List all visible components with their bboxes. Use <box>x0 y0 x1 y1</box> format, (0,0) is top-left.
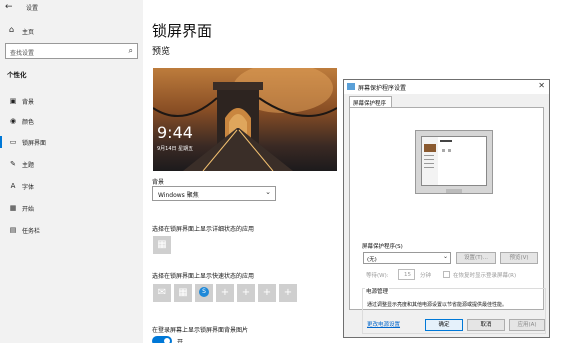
monitor-stand <box>446 189 462 193</box>
plus-icon: + <box>262 287 272 298</box>
toggle-state-label: 开 <box>177 339 184 343</box>
wait-label: 等待(W): <box>366 273 389 279</box>
image-icon: ▣ <box>9 97 17 105</box>
sidebar-item-label: 颜色 <box>22 119 35 126</box>
back-arrow-icon[interactable]: ← <box>5 2 13 12</box>
quick-status-label: 选择在锁屏界面上显示快速状态的应用 <box>152 273 255 280</box>
calendar-icon: ▦ <box>157 239 167 250</box>
screensaver-preview-button[interactable]: 预览(V) <box>500 252 538 264</box>
ok-button[interactable]: 确定 <box>425 319 463 331</box>
chevron-down-icon: ⌄ <box>442 253 448 260</box>
home-label: 主页 <box>22 29 35 36</box>
plus-icon: + <box>220 287 230 298</box>
screensaver-group-label: 屏幕保护程序(S) <box>362 244 403 250</box>
sidebar-item-label: 字体 <box>22 184 35 191</box>
start-icon: ▦ <box>9 204 17 212</box>
home-nav-item[interactable]: ⌂ 主页 <box>0 23 143 39</box>
minutes-label: 分钟 <box>420 273 432 279</box>
quick-status-calendar-tile[interactable]: ▦ <box>174 284 192 302</box>
cancel-button[interactable]: 取消 <box>467 319 505 331</box>
skype-icon: S <box>199 287 209 297</box>
search-placeholder: 查找设置 <box>10 50 35 57</box>
lock-screen-icon: ▭ <box>9 138 17 146</box>
quick-status-skype-tile[interactable]: S <box>195 284 213 302</box>
wait-value: 15 <box>404 272 411 278</box>
background-label: 背景 <box>152 179 165 186</box>
mini-dot <box>442 149 445 152</box>
taskbar-icon: ▤ <box>9 226 17 234</box>
sidebar-item-label: 背景 <box>22 99 35 106</box>
sidebar-item-lock-screen[interactable]: ▭ 锁屏界面 <box>0 134 143 150</box>
quick-status-add-tile[interactable]: + <box>216 284 234 302</box>
quick-status-mail-tile[interactable]: ✉ <box>153 284 171 302</box>
search-icon: ⌕ <box>128 46 133 55</box>
detail-status-label: 选择在锁屏界面上显示详细状态的应用 <box>152 226 255 233</box>
sidebar-section-title: 个性化 <box>7 71 27 79</box>
signin-background-label: 在登录屏幕上显示锁屏界面背景图片 <box>152 327 249 334</box>
calendar-icon: ▦ <box>178 287 188 298</box>
lock-screen-date: 9月14日 星期五 <box>157 146 194 152</box>
bridge-image <box>153 68 337 171</box>
background-dropdown[interactable]: Windows 聚焦 ⌄ <box>152 186 276 201</box>
mini-line <box>424 155 434 156</box>
sidebar-item-label: 主题 <box>22 162 35 169</box>
close-icon[interactable]: ✕ <box>538 81 545 90</box>
brush-icon: ✎ <box>10 160 16 168</box>
resume-login-checkbox[interactable] <box>443 271 450 278</box>
palette-icon: ◉ <box>9 117 17 125</box>
window-title: 设置 <box>26 5 39 12</box>
mail-icon: ✉ <box>157 287 167 298</box>
resume-login-label: 在恢复时显示登录屏幕(R) <box>453 273 517 279</box>
sidebar-item-label: 开始 <box>22 206 35 213</box>
quick-status-add-tile[interactable]: + <box>258 284 276 302</box>
wait-minutes-input[interactable]: 15 <box>398 269 415 280</box>
sidebar-item-fonts[interactable]: A 字体 <box>0 178 143 194</box>
mini-line <box>424 163 434 164</box>
monitor-screen <box>421 136 487 186</box>
dialog-title: 屏幕保护程序设置 <box>358 85 407 92</box>
monitor-preview <box>415 130 493 194</box>
monitor-icon <box>347 83 355 90</box>
change-power-settings-link[interactable]: 更改电源设置 <box>367 320 400 328</box>
power-description: 通过调整显示亮度和其他电源设置以节省能源或提供最佳性能。 <box>367 302 508 308</box>
sidebar-item-label: 锁屏界面 <box>22 140 47 147</box>
mini-dot <box>448 149 451 152</box>
screensaver-dropdown[interactable]: (无) ⌄ <box>363 252 451 264</box>
mini-line <box>424 167 434 168</box>
sidebar-item-label: 任务栏 <box>22 228 41 235</box>
dialog-tab-panel: 屏幕保护程序(S) (无) ⌄ 设置(T)... 预览(V) 等待(W): 15… <box>349 107 546 334</box>
font-icon: A <box>10 182 16 190</box>
preview-heading: 预览 <box>152 47 171 57</box>
tab-label: 屏幕保护程序 <box>353 101 387 107</box>
dialog-titlebar: 屏幕保护程序设置 ✕ <box>344 80 549 94</box>
search-input[interactable]: 查找设置 ⌕ <box>5 43 138 59</box>
signin-background-toggle[interactable] <box>152 336 172 343</box>
plus-icon: + <box>283 287 293 298</box>
lock-screen-time: 9:44 <box>157 123 193 142</box>
mini-title <box>440 140 452 142</box>
mini-thumbnail <box>424 144 436 152</box>
quick-status-add-tile[interactable]: + <box>237 284 255 302</box>
home-icon: ⌂ <box>9 25 15 34</box>
sidebar-item-start[interactable]: ▦ 开始 <box>0 200 143 216</box>
mini-line <box>424 159 434 160</box>
page-title: 锁屏界面 <box>152 22 213 40</box>
plus-icon: + <box>241 287 251 298</box>
lock-screen-preview <box>153 68 337 171</box>
apply-button[interactable]: 应用(A) <box>509 319 545 331</box>
settings-sidebar: ← 设置 ⌂ 主页 查找设置 ⌕ 个性化 ▣ 背景 ◉ 颜色 ▭ 锁屏界面 ✎ … <box>0 0 143 343</box>
screensaver-dialog: 屏幕保护程序设置 ✕ 屏幕保护程序 屏幕保护程序(S) (无) ⌄ 设置(T).… <box>343 79 550 338</box>
sidebar-item-background[interactable]: ▣ 背景 <box>0 93 143 109</box>
sidebar-item-themes[interactable]: ✎ 主题 <box>0 156 143 172</box>
sidebar-item-colors[interactable]: ◉ 颜色 <box>0 113 143 129</box>
detail-status-app-tile[interactable]: ▦ <box>153 236 171 254</box>
quick-status-add-tile[interactable]: + <box>279 284 297 302</box>
chevron-down-icon: ⌄ <box>265 188 271 196</box>
screensaver-settings-button[interactable]: 设置(T)... <box>456 252 496 264</box>
background-value: Windows 聚焦 <box>158 192 199 199</box>
sidebar-item-taskbar[interactable]: ▤ 任务栏 <box>0 222 143 238</box>
window-titlebar: ← 设置 <box>0 0 143 16</box>
power-management-label: 电源管理 <box>365 287 390 295</box>
screensaver-value: (无) <box>367 257 377 263</box>
